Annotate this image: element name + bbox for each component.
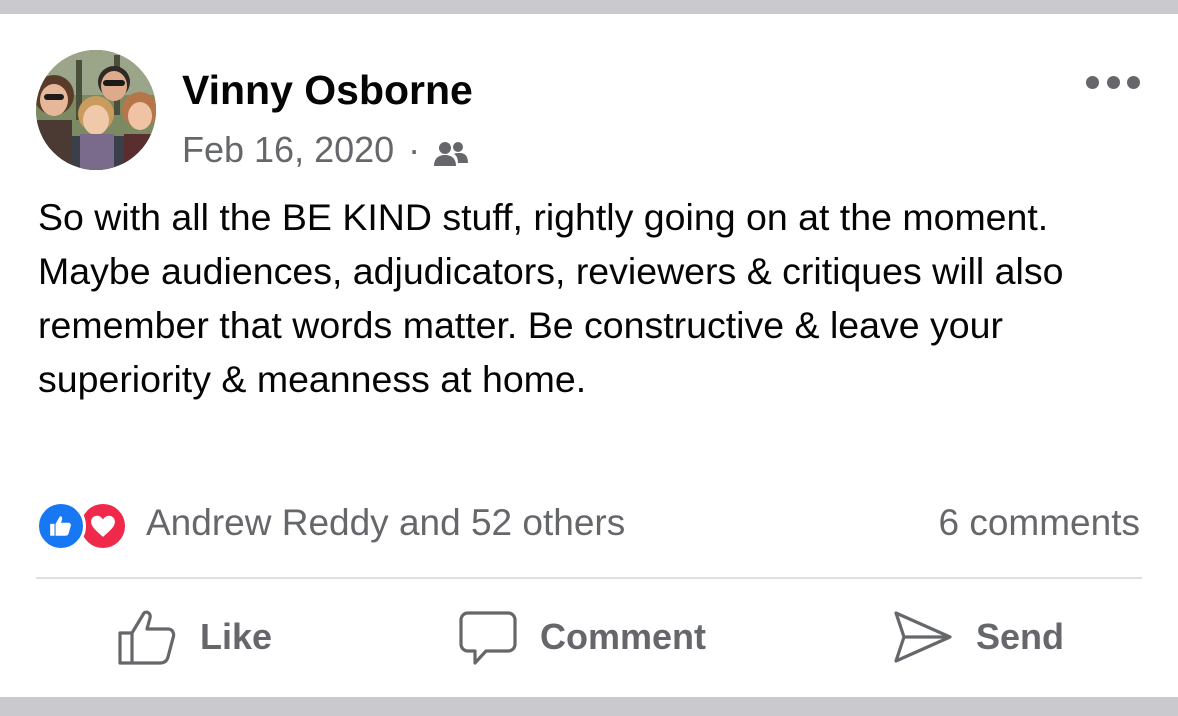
more-dot-icon xyxy=(1106,75,1120,89)
more-options-button[interactable] xyxy=(1086,70,1140,94)
like-button[interactable]: Like xyxy=(116,605,272,669)
action-divider xyxy=(36,577,1142,579)
comments-count[interactable]: 6 comments xyxy=(938,496,1140,550)
like-reaction-icon xyxy=(36,501,86,551)
meta-separator: · xyxy=(408,129,421,170)
post-date[interactable]: Feb 16, 2020 xyxy=(182,128,394,172)
comment-bubble-icon xyxy=(459,611,517,665)
more-dot-icon xyxy=(1086,75,1099,89)
like-label: Like xyxy=(200,616,273,657)
friends-icon[interactable] xyxy=(432,135,470,166)
send-button[interactable]: Send xyxy=(892,605,1064,669)
more-dot-icon xyxy=(1127,75,1140,89)
avatar[interactable] xyxy=(36,50,156,170)
comment-button[interactable]: Comment xyxy=(458,605,706,669)
thumbs-up-icon xyxy=(118,610,176,665)
send-arrow-icon xyxy=(894,611,952,663)
bottom-separator-band xyxy=(0,697,1178,716)
reactions-summary[interactable]: Andrew Reddy and 52 others xyxy=(36,496,625,551)
avatar-photo xyxy=(36,50,156,170)
post-text: So with all the BE KIND stuff, rightly g… xyxy=(38,196,1064,400)
author-name[interactable]: Vinny Osborne xyxy=(182,64,473,116)
comment-label: Comment xyxy=(540,616,707,657)
reaction-icons xyxy=(36,498,136,551)
post-meta: Feb 16, 2020 · xyxy=(182,128,470,172)
send-label: Send xyxy=(976,616,1065,657)
reactions-text[interactable]: Andrew Reddy and 52 others xyxy=(146,502,625,544)
top-separator-band xyxy=(0,0,1178,14)
